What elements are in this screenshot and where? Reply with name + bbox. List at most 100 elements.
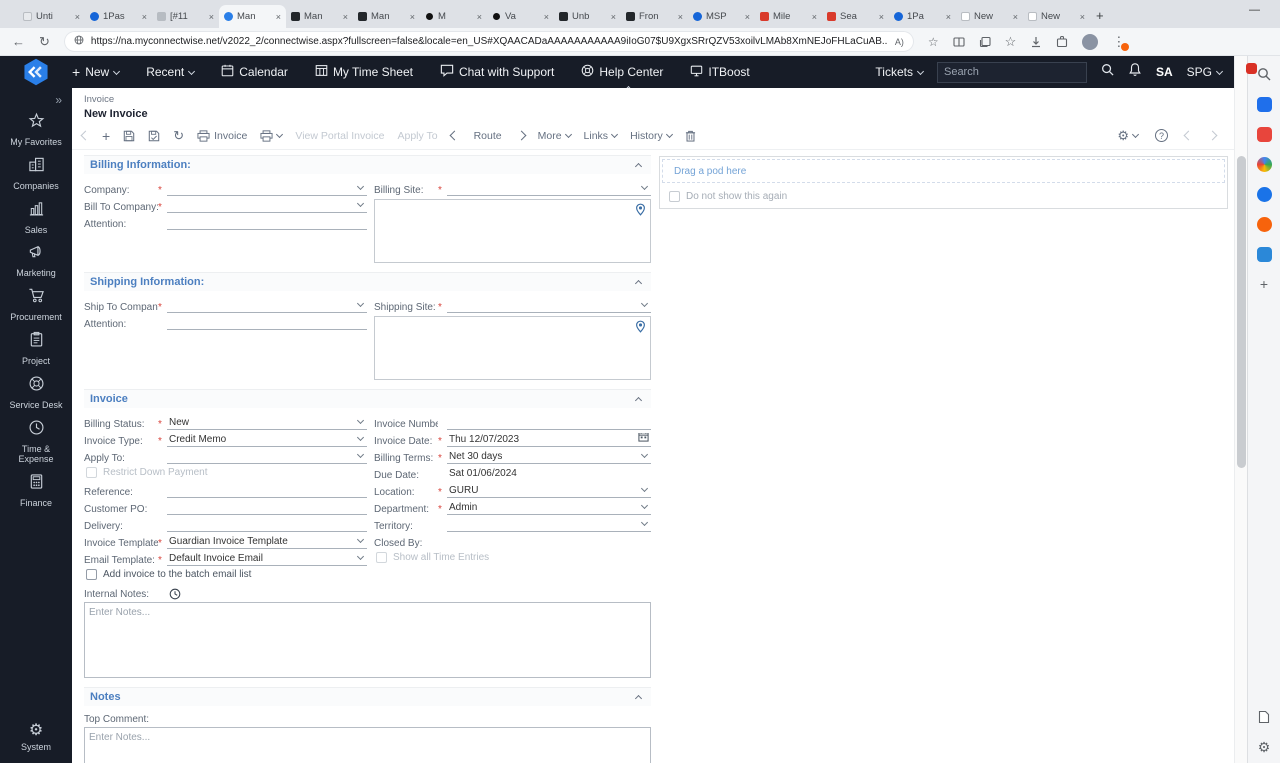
split-screen-icon[interactable]: [953, 36, 965, 48]
ship-to-company-dropdown[interactable]: [167, 299, 367, 313]
sidebar-item-service-desk[interactable]: Service Desk: [8, 375, 64, 411]
edge-add-icon[interactable]: +: [1256, 276, 1272, 292]
notifications-bell-icon[interactable]: [1128, 62, 1142, 82]
edge-settings-icon[interactable]: ⚙: [1256, 739, 1272, 755]
route-next-icon[interactable]: [516, 130, 527, 141]
tickets-menu-button[interactable]: Tickets: [875, 65, 925, 79]
browser-tab[interactable]: Fron ×: [621, 5, 688, 28]
page-scrollbar[interactable]: [1234, 56, 1247, 763]
company-dropdown[interactable]: [167, 182, 367, 196]
location-dropdown[interactable]: GURU: [447, 484, 651, 498]
email-template-dropdown[interactable]: Default Invoice Email: [167, 552, 367, 566]
sidebar-item-finance[interactable]: Finance: [8, 473, 64, 509]
print-invoice-button[interactable]: Invoice: [197, 130, 247, 142]
print-options-button[interactable]: [260, 129, 284, 142]
refresh-button[interactable]: ↻: [173, 128, 184, 144]
tab-close-icon[interactable]: ×: [879, 12, 884, 22]
view-portal-invoice-button[interactable]: View Portal Invoice: [295, 130, 384, 142]
shipping-attention-input[interactable]: [167, 316, 367, 330]
tab-close-icon[interactable]: ×: [209, 12, 214, 22]
batch-email-checkbox[interactable]: [86, 569, 97, 580]
tab-close-icon[interactable]: ×: [611, 12, 616, 22]
billing-site-dropdown[interactable]: [447, 182, 651, 196]
my-time-sheet-button[interactable]: My Time Sheet: [315, 64, 413, 80]
tab-close-icon[interactable]: ×: [410, 12, 415, 22]
timestamp-clock-icon[interactable]: [169, 588, 181, 600]
map-pin-icon[interactable]: [635, 320, 646, 338]
tab-close-icon[interactable]: ×: [946, 12, 951, 22]
sidebar-item-system[interactable]: ⚙ System: [8, 723, 64, 753]
billing-attention-input[interactable]: [167, 216, 367, 230]
edge-app-icon-teal[interactable]: [1256, 246, 1272, 262]
browser-tab[interactable]: 1Pas ×: [85, 5, 152, 28]
apply-to-dropdown[interactable]: [167, 450, 367, 464]
browser-tab-active[interactable]: Man ×: [219, 5, 286, 28]
territory-dropdown[interactable]: [447, 518, 651, 532]
favorite-star-icon[interactable]: ☆: [928, 36, 939, 48]
history-menu-button[interactable]: History: [630, 130, 673, 142]
sidebar-item-sales[interactable]: Sales: [8, 200, 64, 236]
browser-tab[interactable]: Unb ×: [554, 5, 621, 28]
sidebar-expand-icon[interactable]: »: [55, 93, 62, 107]
tab-close-icon[interactable]: ×: [544, 12, 549, 22]
route-prev-icon[interactable]: [449, 130, 460, 141]
department-dropdown[interactable]: Admin: [447, 501, 651, 515]
downloads-icon[interactable]: [1030, 36, 1042, 48]
invoice-template-dropdown[interactable]: Guardian Invoice Template: [167, 535, 367, 549]
bill-to-company-dropdown[interactable]: [167, 199, 367, 213]
edge-app-icon-blue-circle[interactable]: [1256, 186, 1272, 202]
more-menu-button[interactable]: More: [538, 130, 572, 142]
favorites-bar-icon[interactable]: ☆: [1005, 35, 1017, 48]
chat-with-support-button[interactable]: Chat with Support: [440, 64, 554, 80]
browser-tab[interactable]: [#11 ×: [152, 5, 219, 28]
browser-tab[interactable]: Mile ×: [755, 5, 822, 28]
customer-po-input[interactable]: [167, 501, 367, 515]
edge-app-icon-multicolor[interactable]: [1256, 156, 1272, 172]
collapse-section-icon[interactable]: [634, 694, 643, 703]
window-minimize-button[interactable]: —: [1249, 4, 1260, 16]
tab-close-icon[interactable]: ×: [812, 12, 817, 22]
shipping-site-dropdown[interactable]: [447, 299, 651, 313]
search-icon[interactable]: [1101, 63, 1114, 81]
tab-close-icon[interactable]: ×: [1013, 12, 1018, 22]
internal-notes-textarea[interactable]: [84, 602, 651, 678]
browser-back-button[interactable]: ←: [12, 35, 25, 48]
delete-button[interactable]: [685, 130, 696, 142]
settings-gear-button[interactable]: ⚙: [1117, 129, 1140, 142]
org-switcher[interactable]: SPG: [1187, 65, 1224, 79]
browser-tab[interactable]: New ×: [956, 5, 1023, 28]
sidebar-item-marketing[interactable]: Marketing: [8, 243, 64, 279]
apply-to-button[interactable]: Apply To: [397, 130, 437, 142]
sidebar-item-time-expense[interactable]: Time & Expense: [8, 419, 64, 466]
browser-tab[interactable]: 1Pa ×: [889, 5, 956, 28]
tab-close-icon[interactable]: ×: [343, 12, 348, 22]
new-tab-button[interactable]: +: [1096, 8, 1104, 23]
edge-app-icon-red[interactable]: [1256, 126, 1272, 142]
browser-tab[interactable]: Man ×: [286, 5, 353, 28]
extensions-icon[interactable]: [1056, 35, 1068, 48]
browser-tab[interactable]: Man ×: [353, 5, 420, 28]
billing-terms-dropdown[interactable]: Net 30 days: [447, 450, 651, 464]
previous-record-icon[interactable]: [80, 130, 91, 141]
do-not-show-again-checkbox[interactable]: [669, 191, 680, 202]
links-menu-button[interactable]: Links: [584, 130, 619, 142]
add-button[interactable]: +: [102, 129, 110, 143]
itboost-button[interactable]: ITBoost: [690, 65, 750, 80]
tab-close-icon[interactable]: ×: [276, 12, 281, 22]
browser-tab[interactable]: New ×: [1023, 5, 1090, 28]
pod-drop-zone[interactable]: Drag a pod here: [662, 159, 1225, 183]
billing-status-dropdown[interactable]: New: [167, 416, 367, 430]
invoice-type-dropdown[interactable]: Credit Memo: [167, 433, 367, 447]
edge-app-icon-blue[interactable]: [1256, 96, 1272, 112]
user-avatar[interactable]: SA: [1156, 65, 1173, 79]
address-bar[interactable]: https://na.myconnectwise.net/v2022_2/con…: [63, 31, 914, 52]
tab-close-icon[interactable]: ×: [678, 12, 683, 22]
global-search-input[interactable]: [936, 61, 1087, 83]
next-page-icon[interactable]: [1207, 130, 1218, 141]
edge-app-icon-orange[interactable]: [1256, 216, 1272, 232]
connectwise-logo-icon[interactable]: [0, 58, 72, 86]
read-aloud-icon[interactable]: A): [895, 37, 904, 47]
tab-close-icon[interactable]: ×: [1080, 12, 1085, 22]
browser-tab[interactable]: M ×: [420, 5, 487, 28]
prev-page-icon[interactable]: [1183, 130, 1194, 141]
